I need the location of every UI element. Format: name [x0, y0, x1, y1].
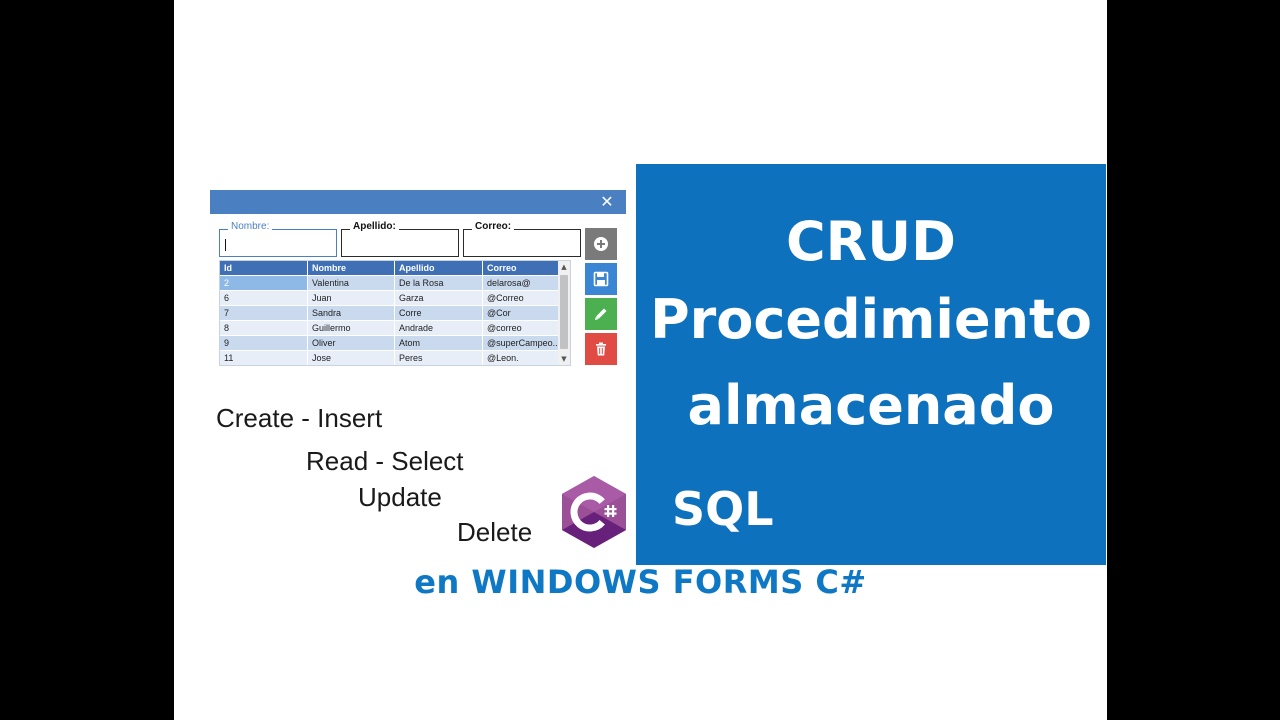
column-header-nombre[interactable]: Nombre	[308, 261, 395, 276]
cell-id: 7	[220, 306, 308, 321]
column-header-id[interactable]: Id	[220, 261, 308, 276]
panel-title-procedimiento: Procedimiento	[650, 288, 1092, 351]
cell-id: 6	[220, 291, 308, 306]
cell-nombre: Oliver	[308, 336, 395, 351]
cell-nombre: Jose	[308, 351, 395, 365]
panel-title-crud: CRUD	[786, 210, 956, 273]
apellido-field[interactable]: Apellido:	[341, 221, 459, 257]
thumbnail-canvas: ✕ Nombre: Apellido: Correo: Id Nombre Ap…	[174, 0, 1107, 720]
save-icon	[593, 271, 609, 287]
edit-icon	[595, 308, 607, 320]
winforms-window: ✕ Nombre: Apellido: Correo: Id Nombre Ap…	[210, 190, 626, 383]
cell-nombre: Sandra	[308, 306, 395, 321]
nombre-field[interactable]: Nombre:	[219, 221, 337, 257]
cell-nombre: Juan	[308, 291, 395, 306]
cell-apellido: De la Rosa	[395, 276, 483, 291]
cell-id: 2	[220, 276, 308, 291]
crud-delete-text: Delete	[457, 517, 533, 547]
scroll-up-icon[interactable]: ▲	[558, 262, 570, 272]
correo-label: Correo:	[472, 221, 515, 232]
save-button[interactable]	[585, 263, 617, 295]
cell-apellido: Peres	[395, 351, 483, 365]
data-grid[interactable]: Id Nombre Apellido Correo 2 Valentina De…	[219, 260, 571, 366]
crud-create-text: Create - Insert	[216, 403, 383, 433]
cell-apellido: Garza	[395, 291, 483, 306]
window-titlebar: ✕	[210, 190, 626, 214]
edit-button[interactable]	[585, 298, 617, 330]
footer-title: en WINDOWS FORMS C#	[414, 563, 867, 601]
vertical-scrollbar[interactable]: ▲ ▼	[558, 261, 570, 365]
cell-apellido: Atom	[395, 336, 483, 351]
close-icon[interactable]: ✕	[598, 192, 616, 212]
csharp-logo-icon	[562, 476, 626, 548]
cell-id: 9	[220, 336, 308, 351]
cell-id: 8	[220, 321, 308, 336]
scroll-thumb[interactable]	[560, 275, 568, 349]
delete-icon	[596, 342, 606, 356]
panel-sql-text: SQL	[672, 482, 774, 536]
delete-button[interactable]	[585, 333, 617, 365]
crud-read-text: Read - Select	[306, 446, 464, 476]
cell-apellido: Corre	[395, 306, 483, 321]
nombre-input[interactable]	[223, 237, 331, 252]
correo-input[interactable]	[467, 237, 575, 252]
table-row[interactable]: 9 Oliver Atom @superCampeo...	[220, 336, 570, 351]
table-row[interactable]: 11 Jose Peres @Leon.	[220, 351, 570, 365]
cell-id: 11	[220, 351, 308, 365]
grid-table: Id Nombre Apellido Correo 2 Valentina De…	[220, 261, 570, 365]
crud-update-text: Update	[358, 482, 442, 512]
table-row[interactable]: 6 Juan Garza @Correo	[220, 291, 570, 306]
panel-title-almacenado: almacenado	[687, 374, 1055, 437]
apellido-input[interactable]	[345, 237, 453, 252]
title-panel: CRUD Procedimiento almacenado SQL	[636, 164, 1106, 565]
table-row[interactable]: 2 Valentina De la Rosa delarosa@	[220, 276, 570, 291]
cell-nombre: Guillermo	[308, 321, 395, 336]
cell-nombre: Valentina	[308, 276, 395, 291]
nombre-label: Nombre:	[228, 221, 273, 232]
column-header-apellido[interactable]: Apellido	[395, 261, 483, 276]
add-icon	[594, 237, 608, 251]
apellido-label: Apellido:	[350, 221, 399, 232]
table-row[interactable]: 7 Sandra Corre @Cor	[220, 306, 570, 321]
table-row[interactable]: 8 Guillermo Andrade @correo	[220, 321, 570, 336]
add-button[interactable]	[585, 228, 617, 260]
cell-apellido: Andrade	[395, 321, 483, 336]
correo-field[interactable]: Correo:	[463, 221, 581, 257]
scroll-down-icon[interactable]: ▼	[558, 354, 570, 364]
window-body: Nombre: Apellido: Correo: Id Nombre Apel…	[210, 214, 626, 383]
grid-header-row: Id Nombre Apellido Correo	[220, 261, 570, 276]
